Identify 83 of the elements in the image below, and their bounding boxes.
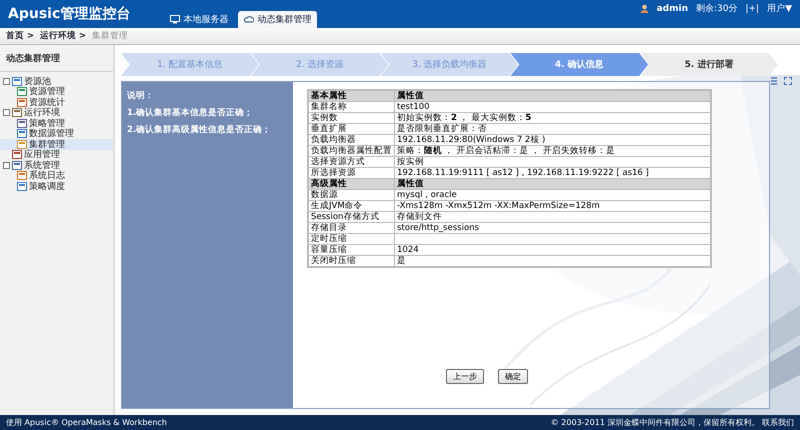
list-icon[interactable] — [770, 77, 778, 85]
tree-icon — [17, 118, 27, 128]
column-header: 属性值 — [394, 178, 711, 190]
collapse-icon[interactable] — [3, 78, 10, 85]
app-logo: Apusic管理监控台 — [8, 5, 130, 23]
session-timer: 剩余:30分 — [696, 2, 738, 15]
tree-item[interactable]: 策略管理 — [0, 118, 113, 128]
property-value: 是否限制垂直扩展：否 — [394, 124, 711, 134]
tree-icon — [17, 182, 27, 191]
property-name: 定时压缩 — [308, 234, 394, 244]
username: admin — [656, 4, 688, 14]
property-value: 策略：随机 ， 开启会话粘滞：是 ， 开启失效转移：是 — [394, 146, 711, 156]
property-name: 集群名称 — [308, 102, 394, 112]
tree-icon — [12, 160, 22, 170]
property-name: 存储目录 — [308, 222, 394, 234]
instruction-text: 1.确认集群基本信息是否正确； — [127, 107, 254, 119]
tree-icon — [17, 98, 27, 107]
property-name: 选择资源方式 — [308, 156, 394, 168]
instruction-text: 2.确认集群高级属性信息是否正确； — [127, 124, 272, 136]
tree-item[interactable]: 运行环境 — [0, 108, 113, 118]
tree-icon — [12, 108, 22, 118]
tree-icon — [17, 87, 27, 96]
user-icon — [640, 4, 649, 13]
property-name: 垂直扩展 — [308, 124, 394, 134]
tree-icon — [17, 171, 27, 180]
property-name: 生成JVM命令 — [308, 200, 394, 212]
collapse-icon[interactable] — [3, 162, 10, 169]
breadcrumb-link[interactable]: 首页 > — [6, 30, 34, 42]
property-value: mysql , oracle — [394, 190, 711, 200]
property-value: 是 — [394, 256, 711, 267]
tree-item[interactable]: 系统日志 — [0, 170, 113, 181]
column-header: 属性值 — [394, 90, 711, 102]
wizard-step: 3. 选择负载均衡器 — [380, 53, 518, 76]
header-tab[interactable]: 本地服务器 — [164, 11, 234, 28]
property-value: 按实例 — [394, 156, 711, 168]
property-value: store/http_sessions — [394, 222, 711, 234]
property-value: 192.168.11.19:9111 [ as12 ] , 192.168.11.19:9222 [ as16 ] — [394, 168, 711, 178]
tree-icon — [17, 129, 27, 138]
confirm-button[interactable]: 确定 — [498, 369, 528, 384]
extend-link[interactable]: |+| — [745, 4, 760, 14]
sidebar-title: 动态集群管理 — [0, 49, 113, 72]
tree-item[interactable]: 数据源管理 — [0, 128, 113, 139]
property-value: 1024 — [394, 244, 711, 256]
property-name: 所选择资源 — [308, 168, 394, 178]
tree-item[interactable]: 资源统计 — [0, 97, 113, 108]
tree-icon — [17, 140, 27, 149]
column-header: 基本属性 — [308, 90, 394, 102]
wizard-step: 1. 配置基本信息 — [121, 53, 259, 76]
property-name: 负载均衡器 — [308, 134, 394, 146]
footer-text: 使用 Apusic® OperaMasks & Workbench — [6, 417, 167, 428]
wizard-step: 4. 确认信息 — [510, 53, 648, 76]
header-tab[interactable]: 动态集群管理 — [238, 11, 318, 28]
tree-item[interactable]: 系统管理 — [0, 160, 113, 170]
tree-item[interactable]: 应用管理 — [0, 150, 113, 160]
tree-item[interactable]: 集群管理 — [0, 139, 113, 150]
property-name: 实例数 — [308, 112, 394, 124]
tree-item[interactable]: 策略调度 — [0, 181, 113, 192]
property-name: 数据源 — [308, 190, 394, 200]
property-value: 存储到文件 — [394, 212, 711, 222]
cloud-icon — [244, 15, 254, 24]
collapse-icon[interactable] — [3, 109, 10, 116]
previous-button[interactable]: 上一步 — [446, 369, 484, 384]
copyright-text: © 2003-2011 深圳金蝶中间件有限公司，保留所有权利。 联系我们 — [550, 417, 794, 428]
property-value: 192.168.11.29:80(Windows 7 2核 ) — [394, 134, 711, 146]
property-value: -Xms128m -Xmx512m -XX:MaxPermSize=128m — [394, 200, 711, 212]
property-name: Session存储方式 — [308, 212, 394, 222]
property-name: 容量压缩 — [308, 244, 394, 256]
property-value: test100 — [394, 102, 711, 112]
property-name: 关闭时压缩 — [308, 256, 394, 267]
wizard-step: 2. 选择资源 — [250, 53, 389, 76]
tree-icon — [12, 150, 22, 160]
column-header: 高级属性 — [308, 178, 394, 190]
fullscreen-icon[interactable] — [784, 77, 792, 85]
property-value: 初始实例数：2 ， 最大实例数：5 — [394, 112, 711, 124]
user-menu[interactable]: 用户▼ — [767, 2, 792, 15]
tree-item[interactable]: 资源池 — [0, 76, 113, 86]
instruction-text: 说明： — [127, 90, 155, 102]
monitor-icon — [170, 15, 180, 24]
wizard-step: 5. 进行部署 — [640, 53, 778, 76]
tree-icon — [12, 76, 22, 86]
tree-item[interactable]: 资源管理 — [0, 86, 113, 97]
property-name: 负载均衡器属性配置 — [308, 146, 394, 156]
breadcrumb-link[interactable]: 运行环境 > — [40, 30, 86, 42]
